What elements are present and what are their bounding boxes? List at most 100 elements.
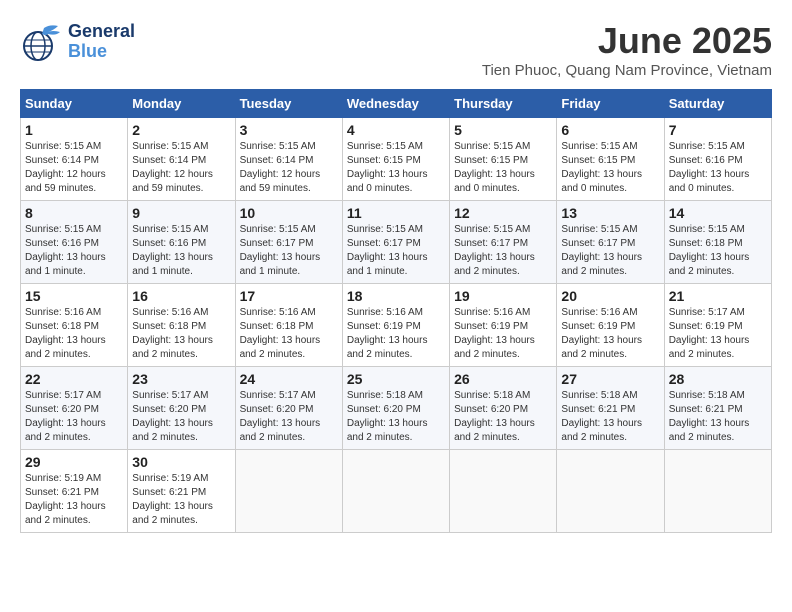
day-info: Sunrise: 5:15 AMSunset: 6:14 PMDaylight:… xyxy=(25,140,123,196)
sunset-text: Sunset: 6:17 PM xyxy=(240,238,314,249)
sunrise-text: Sunrise: 5:15 AM xyxy=(454,224,530,235)
sunset-text: Sunset: 6:20 PM xyxy=(132,404,206,415)
sunset-text: Sunset: 6:20 PM xyxy=(25,404,99,415)
calendar-week-row: 8 Sunrise: 5:15 AM Sunset: 6:16 PM Daylight… xyxy=(21,201,772,284)
sunset-text: Sunset: 6:18 PM xyxy=(25,321,99,332)
daylight-text: Daylight: 13 hours and 0 minutes. xyxy=(561,169,642,194)
day-cell: 8 Sunrise: 5:15 AM Sunset: 6:16 PM Daylight… xyxy=(21,201,128,284)
day-number: 1 xyxy=(25,122,123,138)
day-info: Sunrise: 5:15 AMSunset: 6:16 PMDaylight:… xyxy=(132,223,230,279)
day-number: 13 xyxy=(561,205,659,221)
sunrise-text: Sunrise: 5:15 AM xyxy=(561,141,637,152)
sunrise-text: Sunrise: 5:15 AM xyxy=(25,224,101,235)
sunrise-text: Sunrise: 5:19 AM xyxy=(132,473,208,484)
day-number: 28 xyxy=(669,371,767,387)
day-info: Sunrise: 5:15 AMSunset: 6:17 PMDaylight:… xyxy=(240,223,338,279)
day-cell: 28 Sunrise: 5:18 AMSunset: 6:21 PMDayligh… xyxy=(664,367,771,450)
day-info: Sunrise: 5:17 AMSunset: 6:20 PMDaylight:… xyxy=(240,389,338,445)
sunrise-text: Sunrise: 5:16 AM xyxy=(561,307,637,318)
sunrise-text: Sunrise: 5:17 AM xyxy=(25,390,101,401)
day-info: Sunrise: 5:15 AM Sunset: 6:16 PM Daylight:… xyxy=(25,223,123,279)
sunset-text: Sunset: 6:16 PM xyxy=(132,238,206,249)
daylight-text: Daylight: 13 hours and 2 minutes. xyxy=(25,418,106,443)
sunrise-text: Sunrise: 5:18 AM xyxy=(347,390,423,401)
day-cell: 27 Sunrise: 5:18 AMSunset: 6:21 PMDayligh… xyxy=(557,367,664,450)
empty-day-cell xyxy=(557,450,664,533)
day-number: 8 xyxy=(25,205,123,221)
daylight-text: Daylight: 13 hours and 2 minutes. xyxy=(669,335,750,360)
day-info: Sunrise: 5:16 AM Sunset: 6:18 PM Daylight:… xyxy=(240,306,338,362)
sunset-text: Sunset: 6:15 PM xyxy=(454,155,528,166)
day-info: Sunrise: 5:18 AMSunset: 6:21 PMDaylight:… xyxy=(669,389,767,445)
day-info: Sunrise: 5:18 AMSunset: 6:21 PMDaylight:… xyxy=(561,389,659,445)
sunset-text: Sunset: 6:20 PM xyxy=(240,404,314,415)
sunrise-text: Sunrise: 5:15 AM xyxy=(561,224,637,235)
sunrise-text: Sunrise: 5:16 AM xyxy=(240,307,316,318)
day-info: Sunrise: 5:15 AMSunset: 6:15 PMDaylight:… xyxy=(347,140,445,196)
day-info: Sunrise: 5:15 AMSunset: 6:17 PMDaylight:… xyxy=(454,223,552,279)
daylight-text: Daylight: 13 hours and 1 minute. xyxy=(25,252,106,277)
daylight-text: Daylight: 12 hours and 59 minutes. xyxy=(25,169,106,194)
daylight-text: Daylight: 13 hours and 2 minutes. xyxy=(669,418,750,443)
sunrise-text: Sunrise: 5:16 AM xyxy=(25,307,101,318)
day-number: 15 xyxy=(25,288,123,304)
daylight-text: Daylight: 13 hours and 2 minutes. xyxy=(669,252,750,277)
sunset-text: Sunset: 6:20 PM xyxy=(347,404,421,415)
sunset-text: Sunset: 6:18 PM xyxy=(240,321,314,332)
day-number: 27 xyxy=(561,371,659,387)
daylight-text: Daylight: 13 hours and 2 minutes. xyxy=(454,335,535,360)
day-number: 2 xyxy=(132,122,230,138)
day-cell: 15Sunrise: 5:16 AMSunset: 6:18 PMDayligh… xyxy=(21,284,128,367)
sunset-text: Sunset: 6:16 PM xyxy=(669,155,743,166)
empty-day-cell xyxy=(235,450,342,533)
daylight-text: Daylight: 13 hours and 0 minutes. xyxy=(454,169,535,194)
day-info: Sunrise: 5:16 AMSunset: 6:18 PMDaylight:… xyxy=(132,306,230,362)
day-number: 26 xyxy=(454,371,552,387)
sunset-text: Sunset: 6:19 PM xyxy=(347,321,421,332)
day-cell: 2Sunrise: 5:15 AMSunset: 6:14 PMDaylight… xyxy=(128,118,235,201)
day-cell: 11Sunrise: 5:15 AMSunset: 6:17 PMDayligh… xyxy=(342,201,449,284)
day-cell: 25Sunrise: 5:18 AMSunset: 6:20 PMDayligh… xyxy=(342,367,449,450)
sunset-text: Sunset: 6:20 PM xyxy=(454,404,528,415)
day-cell: 17Sunrise: 5:16 AMSunset: 6:18 PMDayligh… xyxy=(235,284,342,367)
daylight-text: Daylight: 13 hours and 0 minutes. xyxy=(347,169,428,194)
day-info: Sunrise: 5:16 AMSunset: 6:19 PMDaylight:… xyxy=(454,306,552,362)
sunrise-text: Sunrise: 5:15 AM xyxy=(240,224,316,235)
sunset-text: Sunset: 6:16 PM xyxy=(25,238,99,249)
day-cell: 29Sunrise: 5:19 AMSunset: 6:21 PMDayligh… xyxy=(21,450,128,533)
day-number: 5 xyxy=(454,122,552,138)
day-cell: 22Sunrise: 5:17 AMSunset: 6:20 PMDayligh… xyxy=(21,367,128,450)
header-monday: Monday xyxy=(128,90,235,118)
calendar-week-row: 15 Sunrise: 5:16 AM Sunset: 6:18 PM Dayligh… xyxy=(21,284,772,367)
sunrise-text: Sunrise: 5:15 AM xyxy=(669,141,745,152)
day-info: Sunrise: 5:15 AMSunset: 6:15 PMDaylight:… xyxy=(561,140,659,196)
daylight-text: Daylight: 12 hours and 59 minutes. xyxy=(132,169,213,194)
day-cell: 12Sunrise: 5:15 AMSunset: 6:17 PMDayligh… xyxy=(450,201,557,284)
daylight-text: Daylight: 13 hours and 2 minutes. xyxy=(240,335,321,360)
day-number: 24 xyxy=(240,371,338,387)
day-info: Sunrise: 5:19 AMSunset: 6:21 PMDaylight:… xyxy=(132,472,230,528)
day-number: 23 xyxy=(132,371,230,387)
sunset-text: Sunset: 6:17 PM xyxy=(561,238,635,249)
sunrise-text: Sunrise: 5:19 AM xyxy=(25,473,101,484)
daylight-text: Daylight: 13 hours and 2 minutes. xyxy=(561,418,642,443)
sunrise-text: Sunrise: 5:18 AM xyxy=(561,390,637,401)
day-info: Sunrise: 5:16 AMSunset: 6:19 PMDaylight:… xyxy=(347,306,445,362)
location-subtitle: Tien Phuoc, Quang Nam Province, Vietnam xyxy=(482,62,772,79)
calendar-week-row: 22Sunrise: 5:17 AMSunset: 6:20 PMDayligh… xyxy=(21,367,772,450)
day-cell: 14Sunrise: 5:15 AMSunset: 6:18 PMDayligh… xyxy=(664,201,771,284)
day-number: 3 xyxy=(240,122,338,138)
daylight-text: Daylight: 13 hours and 2 minutes. xyxy=(132,418,213,443)
daylight-text: Daylight: 13 hours and 1 minute. xyxy=(347,252,428,277)
daylight-text: Daylight: 13 hours and 2 minutes. xyxy=(240,418,321,443)
header-saturday: Saturday xyxy=(664,90,771,118)
daylight-text: Daylight: 13 hours and 2 minutes. xyxy=(454,418,535,443)
sunset-text: Sunset: 6:14 PM xyxy=(25,155,99,166)
day-info: Sunrise: 5:17 AMSunset: 6:20 PMDaylight:… xyxy=(132,389,230,445)
day-number: 7 xyxy=(669,122,767,138)
daylight-text: Daylight: 13 hours and 2 minutes. xyxy=(561,252,642,277)
page-header: General Blue June 2025 Tien Phuoc, Quang… xyxy=(20,20,772,79)
day-info: Sunrise: 5:17 AM Sunset: 6:20 PM Daylight:… xyxy=(25,389,123,445)
day-number: 9 xyxy=(132,205,230,221)
day-cell: 19Sunrise: 5:16 AMSunset: 6:19 PMDayligh… xyxy=(450,284,557,367)
